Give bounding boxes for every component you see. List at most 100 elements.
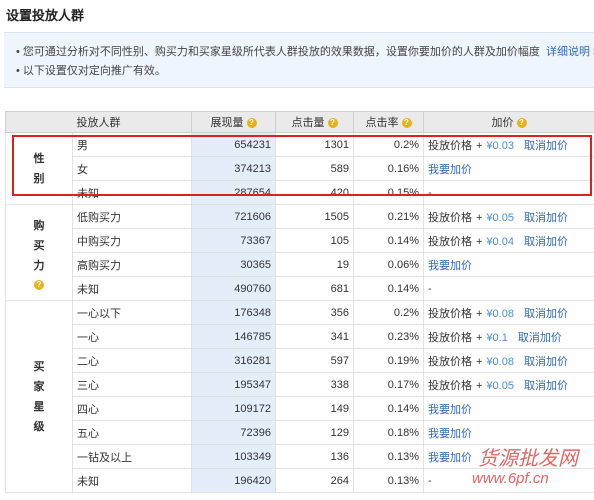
ctr-cell: 0.2% — [353, 132, 424, 157]
cancel-bid-link[interactable]: 取消加价 — [524, 356, 568, 368]
table-row: 女 374213 589 0.16% 我要加价 — [6, 156, 594, 181]
impressions-cell: 146785 — [191, 324, 276, 349]
bid-cell: - — [423, 180, 594, 205]
clicks-cell: 597 — [275, 348, 354, 373]
clicks-cell: 264 — [275, 468, 354, 493]
table-row: 二心 316281 597 0.19% 投放价格 + ¥0.08 取消加价 — [6, 348, 594, 373]
details-link[interactable]: 详细说明 > — [546, 43, 594, 59]
bid-cell: 我要加价 — [423, 444, 594, 469]
bid-cell: - — [423, 276, 594, 301]
clicks-cell: 129 — [275, 420, 354, 445]
bid-cell: 投放价格 + ¥0.08 取消加价 — [423, 348, 594, 373]
impressions-cell: 721606 — [191, 204, 276, 229]
bid-cell: - — [423, 468, 594, 493]
cancel-bid-link[interactable]: 取消加价 — [524, 212, 568, 224]
row-label: 四心 — [72, 396, 192, 421]
row-label: 高购买力 — [72, 252, 192, 277]
cancel-bid-link[interactable]: 取消加价 — [524, 380, 568, 392]
question-icon[interactable]: ? — [34, 279, 44, 290]
no-bid-dash: - — [428, 186, 432, 199]
notice-line-2: • 以下设置仅对定向推广有效。 — [16, 65, 166, 77]
header-clicks: 点击量? — [275, 111, 354, 133]
table-row: 一心 146785 341 0.23% 投放价格 + ¥0.1 取消加价 — [6, 324, 594, 349]
row-label: 五心 — [72, 420, 192, 445]
table-row: 性别男 654231 1301 0.2% 投放价格 + ¥0.03 取消加价 — [5, 132, 594, 205]
clicks-cell: 1301 — [275, 132, 354, 157]
ctr-cell: 0.2% — [353, 300, 424, 325]
notice-text-1: 您可通过分析对不同性别、购买力和买家星级所代表人群投放的效果数据，设置你要加价的… — [22, 46, 540, 58]
header-ctr: 点击率? — [353, 111, 424, 133]
impressions-cell: 654231 — [191, 132, 276, 157]
bid-cell: 投放价格 + ¥0.05 取消加价 — [423, 372, 594, 397]
plus-sign: + — [476, 379, 483, 392]
impressions-cell: 73367 — [191, 228, 276, 253]
group-label-char: 买 — [33, 239, 45, 252]
row-label: 三心 — [72, 372, 192, 397]
row-label: 男 — [72, 132, 192, 157]
price-label: 投放价格 — [428, 307, 472, 320]
row-label: 女 — [72, 156, 192, 181]
row-label: 未知 — [72, 276, 192, 301]
add-bid-link[interactable]: 我要加价 — [428, 164, 472, 176]
table-row: 未知 196420 264 0.13% - — [6, 468, 594, 493]
ctr-cell: 0.06% — [353, 252, 424, 277]
question-icon[interactable]: ? — [516, 118, 527, 129]
group-label-char: 家 — [33, 380, 45, 393]
table-row: 高购买力 30365 19 0.06% 我要加价 — [6, 252, 594, 277]
notice-text-2: 以下设置仅对定向推广有效。 — [22, 65, 166, 77]
ctr-cell: 0.14% — [353, 396, 424, 421]
price-value: ¥0.03 — [486, 139, 514, 152]
ctr-cell: 0.21% — [353, 204, 424, 229]
impressions-cell: 490760 — [191, 276, 276, 301]
ctr-cell: 0.19% — [353, 348, 424, 373]
bid-cell: 我要加价 — [423, 156, 594, 181]
price-label: 投放价格 — [428, 139, 472, 152]
ctr-cell: 0.13% — [353, 444, 424, 469]
add-bid-link[interactable]: 我要加价 — [428, 452, 472, 464]
row-label: 一心以下 — [72, 300, 192, 325]
audience-table: 投放人群 展现量? 点击量? 点击率? 加价? 性别男 654231 1301 0.2… — [5, 111, 594, 493]
row-label: 一心 — [72, 324, 192, 349]
impressions-cell: 176348 — [191, 300, 276, 325]
bid-cell: 我要加价 — [423, 252, 594, 277]
plus-sign: + — [476, 235, 483, 248]
table-row: 购买力? 低购买力 721606 1505 0.21% 投放价格 + ¥0.05 取消加价 — [5, 204, 594, 301]
add-bid-link[interactable]: 我要加价 — [428, 404, 472, 416]
cancel-bid-link[interactable]: 取消加价 — [518, 332, 562, 344]
clicks-cell: 681 — [275, 276, 354, 301]
table-row: 中购买力 73367 105 0.14% 投放价格 + ¥0.04 取消加价 — [6, 228, 594, 253]
add-bid-link[interactable]: 我要加价 — [428, 428, 472, 440]
clicks-cell: 338 — [275, 372, 354, 397]
cancel-bid-link[interactable]: 取消加价 — [524, 140, 568, 152]
table-row: 四心 109172 149 0.14% 我要加价 — [6, 396, 594, 421]
table-body: 性别男 654231 1301 0.2% 投放价格 + ¥0.03 取消加价女 374213 58… — [5, 132, 594, 493]
question-icon[interactable]: ? — [246, 118, 257, 129]
clicks-cell: 1505 — [275, 204, 354, 229]
clicks-cell: 356 — [275, 300, 354, 325]
impressions-cell: 72396 — [191, 420, 276, 445]
bid-cell: 我要加价 — [423, 420, 594, 445]
impressions-cell: 316281 — [191, 348, 276, 373]
impressions-cell: 109172 — [191, 396, 276, 421]
header-bid: 加价? — [423, 111, 594, 133]
bid-cell: 投放价格 + ¥0.08 取消加价 — [423, 300, 594, 325]
impressions-cell: 195347 — [191, 372, 276, 397]
cancel-bid-link[interactable]: 取消加价 — [524, 308, 568, 320]
row-label: 低购买力 — [72, 204, 192, 229]
ctr-cell: 0.14% — [353, 276, 424, 301]
question-icon[interactable]: ? — [401, 118, 412, 129]
ctr-cell: 0.13% — [353, 468, 424, 493]
clicks-cell: 19 — [275, 252, 354, 277]
price-value: ¥0.05 — [486, 379, 514, 392]
clicks-cell: 420 — [275, 180, 354, 205]
bid-cell: 投放价格 + ¥0.05 取消加价 — [423, 204, 594, 229]
bid-cell: 投放价格 + ¥0.03 取消加价 — [423, 132, 594, 157]
group-label-char: 买 — [33, 360, 45, 373]
bid-cell: 投放价格 + ¥0.04 取消加价 — [423, 228, 594, 253]
question-icon[interactable]: ? — [327, 118, 338, 129]
price-value: ¥0.08 — [486, 307, 514, 320]
cancel-bid-link[interactable]: 取消加价 — [524, 236, 568, 248]
ctr-cell: 0.16% — [353, 156, 424, 181]
add-bid-link[interactable]: 我要加价 — [428, 260, 472, 272]
clicks-cell: 341 — [275, 324, 354, 349]
